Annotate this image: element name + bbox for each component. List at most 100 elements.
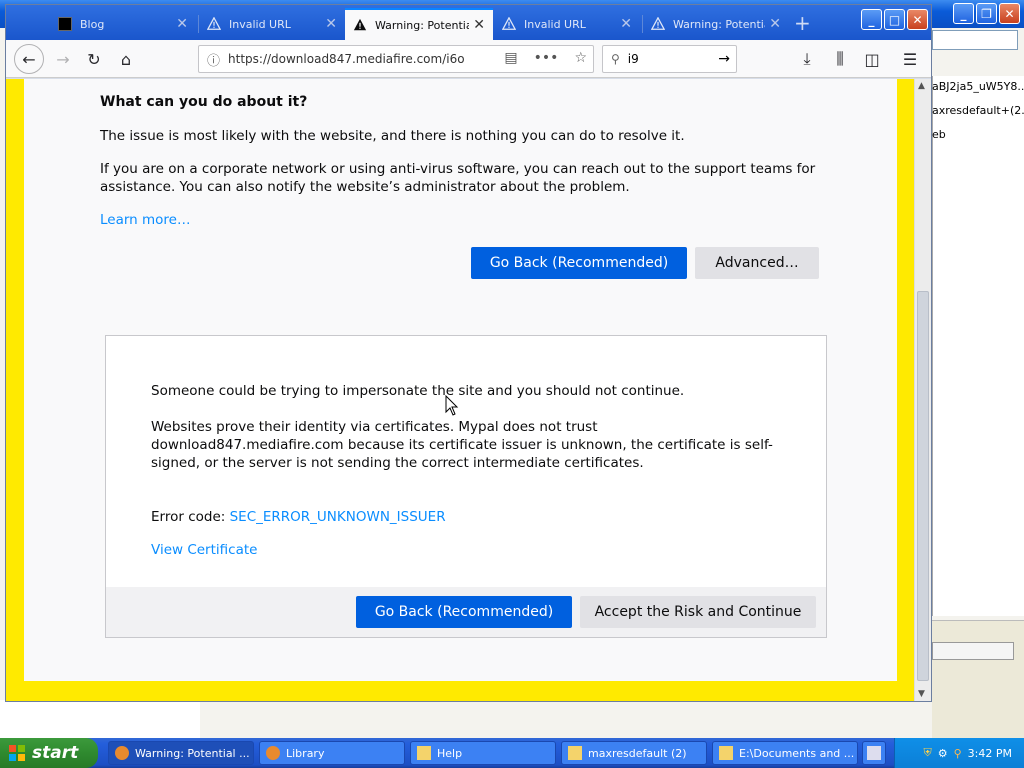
search-field[interactable]: ⚲ i9 → xyxy=(602,45,737,73)
minimize-icon[interactable]: _ xyxy=(953,3,974,24)
warning-icon xyxy=(207,17,221,30)
url-text[interactable]: https://download847.mediafire.com/i6o xyxy=(228,52,478,66)
advanced-button[interactable]: Advanced… xyxy=(695,247,819,279)
search-go-icon[interactable]: → xyxy=(718,51,730,67)
tab-invalid-url[interactable]: Invalid URL ✕ xyxy=(199,8,345,40)
accept-risk-button[interactable]: Accept the Risk and Continue xyxy=(580,596,816,628)
advanced-details-panel: Someone could be trying to impersonate t… xyxy=(105,335,827,638)
forward-icon[interactable]: → xyxy=(49,45,77,73)
background-file-item[interactable]: eb xyxy=(932,128,1024,141)
taskbar-item-browser[interactable]: Warning: Potential ... xyxy=(108,741,254,765)
browser-app-icon xyxy=(115,746,129,760)
sidebar-icon[interactable]: ◫ xyxy=(858,45,886,73)
scroll-up-icon[interactable]: ▲ xyxy=(918,81,925,91)
taskbar: start Warning: Potential ... Library Hel… xyxy=(0,738,1024,768)
learn-more-link[interactable]: Learn more… xyxy=(100,211,191,229)
background-address-field[interactable] xyxy=(932,30,1018,50)
taskbar-item-label: maxresdefault (2) xyxy=(588,746,687,760)
go-back-button-secondary[interactable]: Go Back (Recommended) xyxy=(356,596,572,628)
mouse-cursor-icon xyxy=(445,395,459,416)
library-icon[interactable]: ⫼ xyxy=(826,45,854,73)
warning-icon xyxy=(502,17,516,30)
blog-favicon-icon xyxy=(58,17,72,31)
background-field[interactable] xyxy=(932,642,1014,660)
browser-window: Blog ✕ Invalid URL ✕ Warning: Potential … xyxy=(5,4,932,702)
taskbar-item-documents[interactable]: E:\Documents and ... xyxy=(712,741,858,765)
tab-title: Warning: Potential xyxy=(673,17,766,31)
network-icon[interactable]: ⚙ xyxy=(938,747,948,760)
back-icon[interactable]: ← xyxy=(14,44,44,74)
details-button-bar: Go Back (Recommended) Accept the Risk an… xyxy=(106,587,826,637)
search-icon: ⚲ xyxy=(611,52,620,66)
taskbar-item-folder[interactable]: maxresdefault (2) xyxy=(561,741,707,765)
folder-icon xyxy=(568,746,582,760)
tab-invalid-url[interactable]: Invalid URL ✕ xyxy=(494,8,640,40)
close-tab-icon[interactable]: ✕ xyxy=(620,16,632,32)
url-bar[interactable]: ⓘ https://download847.mediafire.com/i6o … xyxy=(198,45,594,73)
details-warning-text: Someone could be trying to impersonate t… xyxy=(151,383,685,399)
minimize-icon[interactable]: _ xyxy=(861,9,882,30)
close-tab-icon[interactable]: ✕ xyxy=(176,16,188,32)
tab-warning[interactable]: Warning: Potential ✕ xyxy=(643,8,789,40)
page-scrollbar[interactable]: ▲ ▼ xyxy=(914,79,931,701)
warning-icon xyxy=(651,17,665,30)
tab-blog[interactable]: Blog ✕ xyxy=(50,8,196,40)
error-code-line: Error code: SEC_ERROR_UNKNOWN_ISSUER xyxy=(151,508,446,526)
page-paragraph: If you are on a corporate network or usi… xyxy=(100,161,816,195)
start-label: start xyxy=(32,743,79,763)
page-heading: What can you do about it? xyxy=(100,94,308,110)
taskbar-item-help[interactable]: Help xyxy=(410,741,556,765)
search-text[interactable]: i9 xyxy=(628,52,718,66)
library-app-icon xyxy=(266,746,280,760)
taskbar-item-library[interactable]: Library xyxy=(259,741,405,765)
reload-icon[interactable]: ↻ xyxy=(80,45,108,73)
background-file-item[interactable]: aBJ2ja5_uW5Y8... xyxy=(932,80,1024,93)
security-shield-icon[interactable]: ⛨ xyxy=(923,746,931,760)
error-code-label: Error code: xyxy=(151,509,230,525)
page-viewport: What can you do about it? The issue is m… xyxy=(6,79,914,701)
close-tab-icon[interactable]: ✕ xyxy=(325,16,337,32)
restore-icon[interactable]: ❐ xyxy=(976,3,997,24)
home-icon[interactable]: ⌂ xyxy=(112,45,140,73)
close-tab-icon[interactable]: ✕ xyxy=(473,17,485,33)
page-paragraph: The issue is most likely with the websit… xyxy=(100,128,685,144)
error-code-link[interactable]: SEC_ERROR_UNKNOWN_ISSUER xyxy=(230,509,446,525)
taskbar-item-keyboard[interactable] xyxy=(862,741,886,765)
scrollbar-thumb[interactable] xyxy=(917,291,929,681)
taskbar-item-label: Warning: Potential ... xyxy=(135,746,250,760)
tab-title: Invalid URL xyxy=(524,17,586,31)
background-lower-pane xyxy=(932,620,1024,740)
menu-icon[interactable]: ☰ xyxy=(896,45,924,73)
tab-title: Invalid URL xyxy=(229,17,291,31)
taskbar-item-label: Library xyxy=(286,746,325,760)
maximize-icon[interactable]: □ xyxy=(884,9,905,30)
close-window-icon[interactable]: ✕ xyxy=(907,9,928,30)
taskbar-item-label: Help xyxy=(437,746,463,760)
navigation-toolbar: ← → ↻ ⌂ ⓘ https://download847.mediafire.… xyxy=(6,40,931,78)
details-explanation-text: Websites prove their identity via certif… xyxy=(151,419,773,471)
window-app-icon xyxy=(719,746,733,760)
downloads-icon[interactable]: ⤓ xyxy=(793,45,821,73)
new-tab-icon[interactable]: + xyxy=(794,11,811,35)
start-button[interactable]: start xyxy=(0,738,98,768)
tab-bar: Blog ✕ Invalid URL ✕ Warning: Potential … xyxy=(6,5,931,40)
search-tray-icon[interactable]: ⚲ xyxy=(954,747,962,760)
background-file-item[interactable]: axresdefault+(2... xyxy=(932,104,1024,117)
info-icon[interactable]: ⓘ xyxy=(207,50,220,69)
reader-view-icon[interactable]: ▤ xyxy=(504,50,517,66)
view-certificate-link[interactable]: View Certificate xyxy=(151,541,257,559)
close-tab-icon[interactable]: ✕ xyxy=(769,16,781,32)
background-file-list xyxy=(932,76,1024,616)
tab-title: Warning: Potential xyxy=(375,18,470,32)
system-tray: ⛨ ⚙ ⚲ 3:42 PM xyxy=(894,738,1024,768)
windows-logo-icon xyxy=(9,745,25,761)
go-back-button[interactable]: Go Back (Recommended) xyxy=(471,247,687,279)
tab-warning-active[interactable]: Warning: Potential ✕ xyxy=(345,8,493,40)
bookmark-star-icon[interactable]: ☆ xyxy=(574,50,587,66)
close-icon[interactable]: ✕ xyxy=(999,3,1020,24)
clock[interactable]: 3:42 PM xyxy=(968,747,1012,760)
taskbar-item-label: E:\Documents and ... xyxy=(739,746,855,760)
page-actions-icon[interactable]: ••• xyxy=(534,50,559,66)
warning-icon xyxy=(353,18,367,31)
scroll-down-icon[interactable]: ▼ xyxy=(918,689,925,699)
